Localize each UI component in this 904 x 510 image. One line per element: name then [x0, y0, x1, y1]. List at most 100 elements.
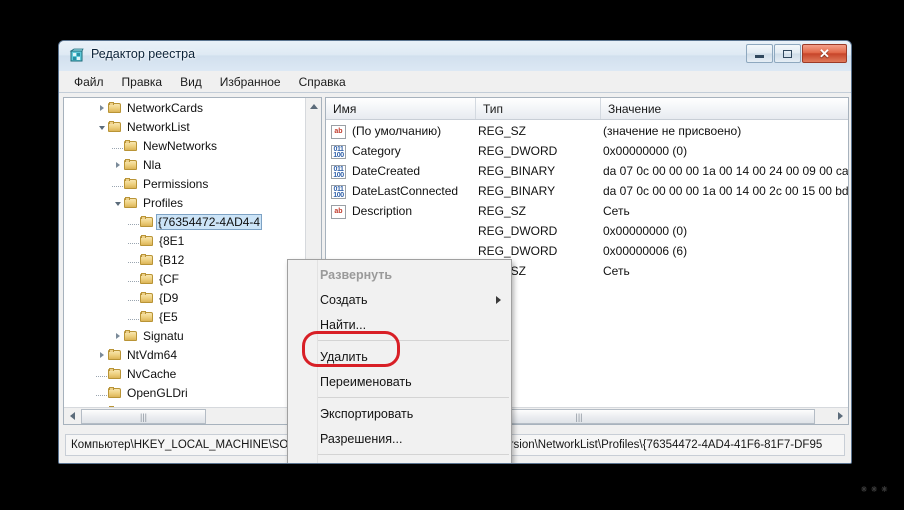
- menu-help[interactable]: Справка: [290, 73, 355, 91]
- column-header-name[interactable]: Имя: [326, 98, 476, 119]
- context-menu-item-label: Разрешения...: [320, 432, 402, 446]
- value-data: (значение не присвоено): [603, 124, 741, 138]
- title-bar[interactable]: Редактор реестра ✕: [59, 41, 851, 71]
- value-type: REG_BINARY: [478, 184, 555, 198]
- context-menu[interactable]: РазвернутьСоздатьНайти...УдалитьПереимен…: [287, 259, 512, 464]
- tree-node-connector: [128, 292, 139, 303]
- tree-node[interactable]: NetworkList: [64, 117, 295, 136]
- binary-value-icon: 011100: [331, 145, 346, 159]
- folder-icon: [124, 159, 138, 171]
- value-data: 0x00000000 (0): [603, 144, 687, 158]
- tree-node[interactable]: Profiles: [64, 193, 295, 212]
- tree-node-label: {B12: [158, 253, 185, 267]
- column-header-value[interactable]: Значение: [601, 98, 832, 119]
- menu-favorites[interactable]: Избранное: [211, 73, 290, 91]
- tree-node-label: Profiles: [142, 196, 184, 210]
- tree-node-label: {76354472-4AD4-4: [156, 214, 262, 230]
- submenu-arrow-icon: [496, 296, 501, 304]
- table-row[interactable]: ab(По умолчанию)REG_SZ(значение не присв…: [326, 122, 848, 142]
- column-header-type[interactable]: Тип: [476, 98, 601, 119]
- tree-node[interactable]: OpenGLDri: [64, 383, 295, 402]
- ctx-rename[interactable]: Переименовать: [288, 369, 511, 394]
- tree-node[interactable]: Permissions: [64, 174, 295, 193]
- folder-icon: [108, 121, 122, 133]
- context-menu-item-label: Экспортировать: [320, 407, 413, 421]
- value-data: 0x00000006 (6): [603, 244, 687, 258]
- context-menu-item-label: Копировать имя раздела: [320, 464, 464, 465]
- tree-node[interactable]: Nla: [64, 155, 295, 174]
- folder-icon: [124, 197, 138, 209]
- tree-node-label: NvCache: [126, 367, 177, 381]
- tree-node[interactable]: {D9: [64, 288, 295, 307]
- tree-node-connector: [128, 311, 139, 322]
- value-type: REG_DWORD: [478, 244, 557, 258]
- tree-expand-collapsed-icon[interactable]: [96, 349, 107, 360]
- folder-icon: [108, 368, 122, 380]
- tree-expand-collapsed-icon[interactable]: [96, 102, 107, 113]
- value-name: DateLastConnected: [352, 184, 458, 198]
- tree-node[interactable]: NetworkCards: [64, 98, 295, 117]
- tree-node[interactable]: {CF: [64, 269, 295, 288]
- tree-expand-collapsed-icon[interactable]: [112, 159, 123, 170]
- tree-node-label: Signatu: [142, 329, 185, 343]
- tree-node[interactable]: NvCache: [64, 364, 295, 383]
- tree-node[interactable]: NtVdm64: [64, 345, 295, 364]
- folder-icon: [140, 216, 154, 228]
- context-menu-item-label: Найти...: [320, 318, 366, 332]
- menu-view[interactable]: Вид: [171, 73, 211, 91]
- ctx-copy-key-name[interactable]: Копировать имя раздела: [288, 458, 511, 464]
- menu-file[interactable]: Файл: [65, 73, 113, 91]
- ctx-new[interactable]: Создать: [288, 287, 511, 312]
- context-menu-separator: [318, 454, 509, 455]
- table-row[interactable]: 011100DateCreatedREG_BINARYda 07 0c 00 0…: [326, 162, 848, 182]
- registry-tree[interactable]: NetworkCards NetworkList NewNetworks Nla Per…: [64, 98, 295, 408]
- tree-node[interactable]: NewNetworks: [64, 136, 295, 155]
- value-type: REG_DWORD: [478, 144, 557, 158]
- value-name: (По умолчанию): [352, 124, 441, 138]
- scroll-grip-icon: |||: [575, 412, 582, 422]
- menu-edit[interactable]: Правка: [113, 73, 172, 91]
- registry-icon: [69, 48, 85, 64]
- values-header: Имя Тип Значение: [326, 98, 848, 120]
- table-row[interactable]: abDescriptionREG_SZСеть: [326, 202, 848, 222]
- ctx-find[interactable]: Найти...: [288, 312, 511, 337]
- list-scroll-right-button[interactable]: [832, 408, 848, 424]
- value-name: Description: [352, 204, 412, 218]
- maximize-button[interactable]: [774, 44, 801, 63]
- value-name: DateCreated: [352, 164, 420, 178]
- tree-node-connector: [128, 273, 139, 284]
- tree-expand-expanded-icon[interactable]: [96, 121, 107, 132]
- value-type: REG_DWORD: [478, 224, 557, 238]
- screen: Редактор реестра ✕ Файл Правка Вид Избра…: [0, 0, 904, 510]
- table-row[interactable]: 011100CategoryREG_DWORD0x00000000 (0): [326, 142, 848, 162]
- menu-bar: Файл Правка Вид Избранное Справка: [59, 71, 851, 93]
- minimize-button[interactable]: [746, 44, 773, 63]
- tree-hscroll-thumb[interactable]: |||: [81, 409, 206, 424]
- tree-node[interactable]: Signatu: [64, 326, 295, 345]
- tree-scroll-left-button[interactable]: [64, 408, 80, 424]
- registry-tree-pane[interactable]: NetworkCards NetworkList NewNetworks Nla Per…: [63, 97, 322, 425]
- folder-icon: [124, 330, 138, 342]
- tree-expand-expanded-icon[interactable]: [112, 197, 123, 208]
- context-menu-separator: [318, 340, 509, 341]
- tree-scroll-up-button[interactable]: [306, 98, 322, 114]
- tree-node-label: NetworkList: [126, 120, 191, 134]
- tree-node[interactable]: {8E1: [64, 231, 295, 250]
- value-data: Сеть: [603, 264, 630, 278]
- ctx-permissions[interactable]: Разрешения...: [288, 426, 511, 451]
- table-row[interactable]: 011100DateLastConnectedREG_BINARYda 07 0…: [326, 182, 848, 202]
- folder-icon: [140, 292, 154, 304]
- tree-node[interactable]: {76354472-4AD4-4: [64, 212, 295, 231]
- tree-node-label: Nla: [142, 158, 162, 172]
- tree-node[interactable]: {E5: [64, 307, 295, 326]
- ctx-delete[interactable]: Удалить: [288, 344, 511, 369]
- tree-node-label: {E5: [158, 310, 179, 324]
- tree-horizontal-scrollbar[interactable]: |||: [64, 407, 321, 424]
- table-row[interactable]: REG_DWORD0x00000000 (0): [326, 222, 848, 242]
- ctx-export[interactable]: Экспортировать: [288, 401, 511, 426]
- tree-expand-collapsed-icon[interactable]: [112, 330, 123, 341]
- close-button[interactable]: ✕: [802, 44, 847, 63]
- close-icon: ✕: [819, 47, 830, 60]
- tree-node[interactable]: {B12: [64, 250, 295, 269]
- window-title: Редактор реестра: [91, 47, 195, 61]
